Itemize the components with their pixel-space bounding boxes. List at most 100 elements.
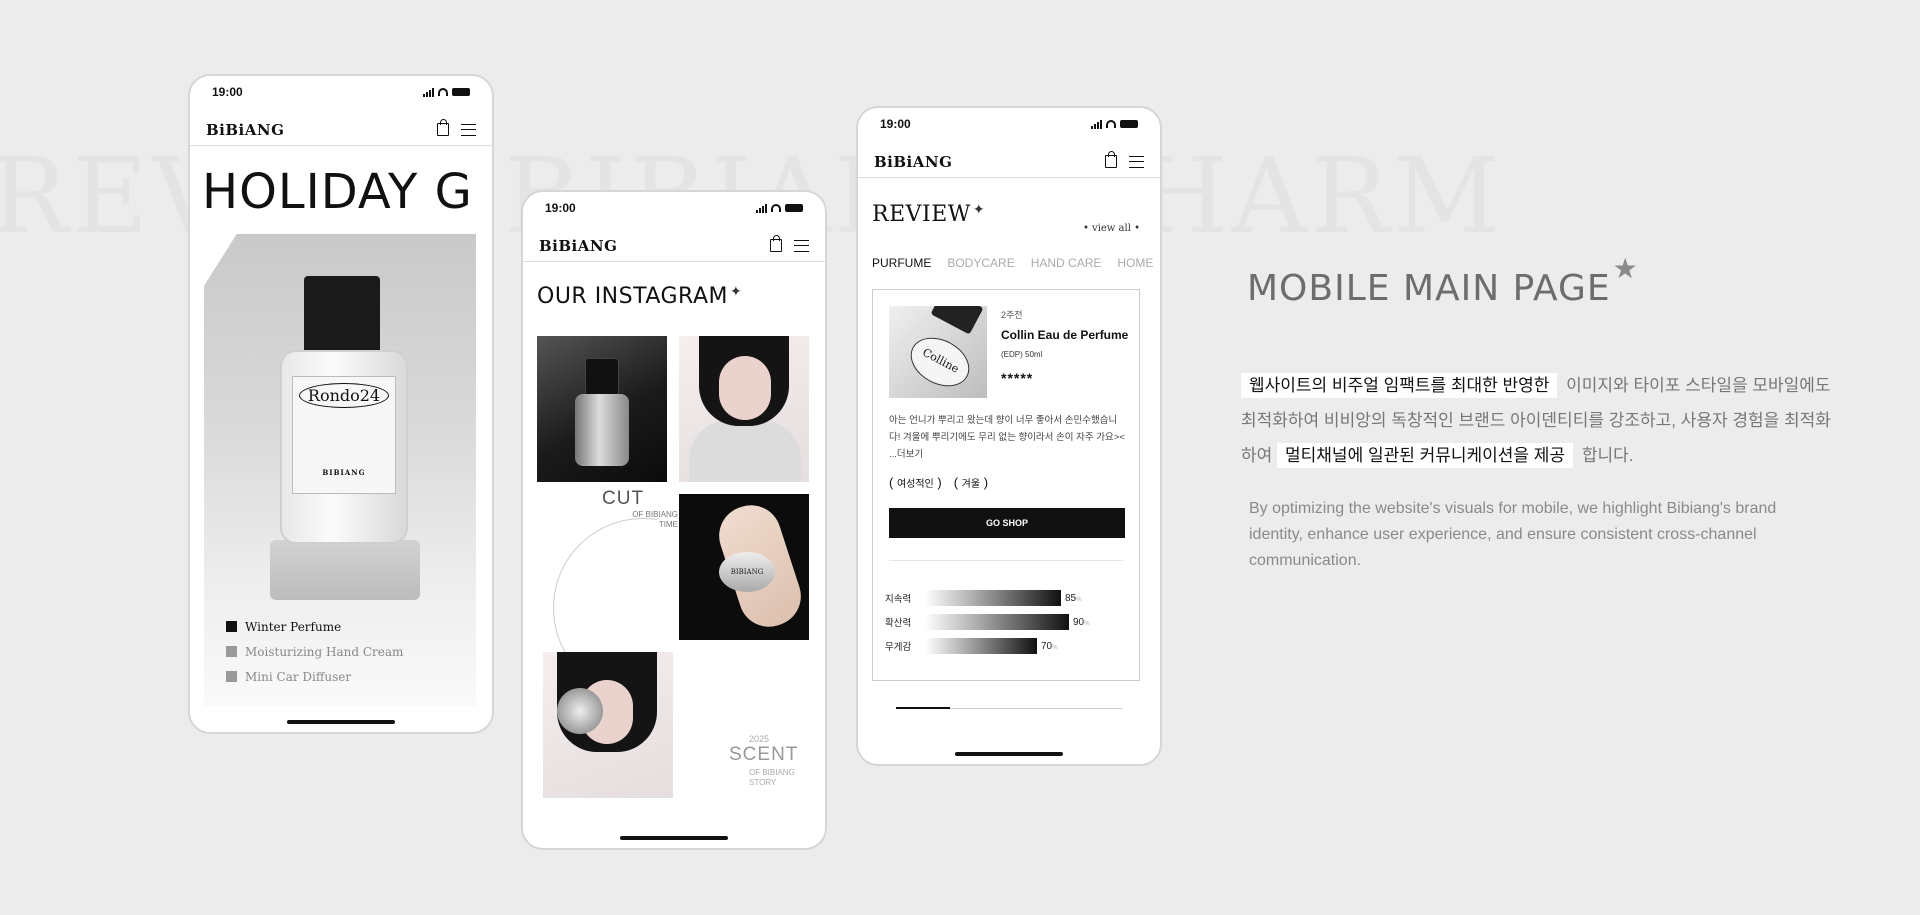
bullet-square-icon: [226, 646, 237, 657]
product-label: Mini Car Diffuser: [245, 669, 352, 684]
cap-object: BIBIANG: [719, 552, 775, 592]
sparkle-icon: ✦: [729, 284, 743, 300]
scent-title: SCENT: [729, 744, 799, 765]
scent-subtitle: OF BIBIANG STORY: [749, 768, 795, 787]
hamburger-menu-icon[interactable]: [1129, 155, 1144, 168]
korean-description: 웹사이트의 비주얼 임팩트를 최대한 반영한 이미지와 타이포 스타일을 모바일…: [1241, 368, 1841, 473]
shopping-bag-icon[interactable]: [437, 119, 449, 136]
description-text: 합니다.: [1581, 446, 1634, 465]
metric-row: 확산력 90%: [885, 614, 1089, 630]
instagram-post[interactable]: BIBIANG: [679, 494, 809, 640]
review-rating: *****: [1001, 370, 1034, 386]
page-title: MOBILE MAIN PAGE ★: [1247, 252, 1638, 309]
status-time: 19:00: [212, 85, 243, 99]
battery-icon: [452, 88, 470, 96]
bottle-cap: [930, 306, 984, 335]
model-face: [719, 356, 771, 420]
shopping-bag-icon[interactable]: [770, 235, 782, 252]
model-photo: [689, 420, 801, 482]
review-product-image: Colline: [889, 306, 987, 398]
phone-holiday: 19:00 BiBiANG HOLIDAY G Rondo24 BIBIANG …: [188, 74, 494, 734]
wifi-icon: [1106, 120, 1116, 128]
instagram-title: OUR INSTAGRAM ✦: [537, 284, 742, 309]
product-list: Winter Perfume Moisturizing Hand Cream M…: [226, 614, 403, 689]
bottle-cap: [304, 276, 380, 354]
metric-bar: [925, 638, 1085, 654]
shopping-bag-icon[interactable]: [1105, 151, 1117, 168]
cut-caption: CUT OF BIBIANG TIME: [523, 488, 678, 698]
status-icons: [423, 87, 470, 97]
review-text: 아는 언니가 뿌리고 왔는데 향이 너무 좋아서 손민수했습니다! 겨울에 뿌리…: [889, 415, 1125, 460]
instagram-post[interactable]: [537, 336, 667, 482]
app-header: BiBiANG: [858, 146, 1160, 178]
star-icon: ★: [1612, 252, 1639, 285]
hamburger-menu-icon[interactable]: [461, 123, 476, 136]
tab-home[interactable]: HOME: [1117, 256, 1153, 270]
phone-review: 19:00 BiBiANG REVIEW ✦ • view all • PURFU…: [856, 106, 1162, 766]
wifi-icon: [438, 88, 448, 96]
view-all-link[interactable]: • view all •: [1083, 223, 1140, 234]
carousel-progress-indicator[interactable]: [896, 707, 950, 709]
bottle-label: Colline: [902, 328, 978, 396]
category-tabs: PURFUME BODYCARE HAND CARE HOME: [872, 256, 1153, 270]
go-shop-button[interactable]: GO SHOP: [889, 508, 1125, 538]
status-icons: [1091, 119, 1138, 129]
bottle-cap: [585, 358, 619, 398]
metric-label: 지속력: [885, 594, 912, 605]
cut-subtitle: OF BIBIANG TIME: [632, 510, 678, 529]
instagram-post[interactable]: [679, 336, 809, 482]
review-product-name: Collin Eau de Perfume: [1001, 328, 1129, 342]
tab-hand-care[interactable]: HAND CARE: [1031, 256, 1102, 270]
review-title-text: REVIEW: [872, 202, 971, 227]
review-title: REVIEW ✦: [872, 202, 985, 227]
metric-row: 지속력 85%: [885, 590, 1081, 606]
metric-bar: [925, 614, 1085, 630]
signal-icon: [423, 87, 434, 97]
metric-label: 확산력: [885, 618, 912, 629]
metric-row: 무게감 70%: [885, 638, 1057, 654]
tab-bodycare[interactable]: BODYCARE: [947, 256, 1014, 270]
phone-instagram: 19:00 BiBiANG OUR INSTAGRAM ✦ CUT OF BIBI…: [521, 190, 827, 850]
product-item[interactable]: Winter Perfume: [226, 614, 403, 639]
review-tag[interactable]: 겨울: [954, 475, 988, 490]
battery-icon: [1120, 120, 1138, 128]
pedestal: [270, 540, 420, 600]
holiday-headline: HOLIDAY G: [202, 164, 473, 220]
sparkle-icon: ✦: [972, 202, 986, 218]
hamburger-menu-icon[interactable]: [794, 239, 809, 252]
brand-logo[interactable]: BiBiANG: [874, 153, 952, 171]
highlight-text: 멀티채널에 일관된 커뮤니케이션을 제공: [1277, 443, 1574, 468]
metric-bar-fill: [925, 638, 1037, 654]
product-item[interactable]: Moisturizing Hand Cream: [226, 639, 403, 664]
perfume-bottle: Rondo24 BIBIANG: [280, 350, 408, 544]
tab-perfume[interactable]: PURFUME: [872, 256, 931, 270]
status-time: 19:00: [545, 201, 576, 215]
home-indicator: [620, 836, 728, 840]
status-bar: 19:00: [523, 192, 825, 224]
signal-icon: [756, 203, 767, 213]
bottle-label: Rondo24 BIBIANG: [292, 376, 396, 494]
review-tag[interactable]: 여성적인: [889, 475, 942, 490]
metric-bar: [925, 590, 1085, 606]
perfume-bottle: [575, 394, 629, 466]
status-bar: 19:00: [858, 108, 1160, 140]
product-item[interactable]: Mini Car Diffuser: [226, 664, 403, 689]
instagram-post[interactable]: [543, 652, 673, 798]
status-icons: [756, 203, 803, 213]
cut-title: CUT: [602, 488, 645, 509]
review-card: Colline 2주전 Collin Eau de Perfume (EDP) …: [872, 289, 1140, 681]
metric-label: 무게감: [885, 642, 912, 653]
bottle-brand: BIBIANG: [322, 468, 366, 477]
holiday-hero-image: Rondo24 BIBIANG Winter Perfume Moisturiz…: [204, 234, 476, 706]
bottle-name: Rondo24: [298, 383, 390, 408]
signal-icon: [1091, 119, 1102, 129]
product-label: Moisturizing Hand Cream: [245, 644, 404, 659]
brand-logo[interactable]: BiBiANG: [539, 237, 617, 255]
status-bar: 19:00: [190, 76, 492, 108]
home-indicator: [287, 720, 395, 724]
brand-logo[interactable]: BiBiANG: [206, 121, 284, 139]
highlight-text: 웹사이트의 비주얼 임팩트를 최대한 반영한: [1241, 373, 1558, 398]
app-header: BiBiANG: [190, 114, 492, 146]
review-product-volume: (EDP) 50ml: [1001, 350, 1043, 359]
page-title-text: MOBILE MAIN PAGE: [1247, 268, 1611, 309]
